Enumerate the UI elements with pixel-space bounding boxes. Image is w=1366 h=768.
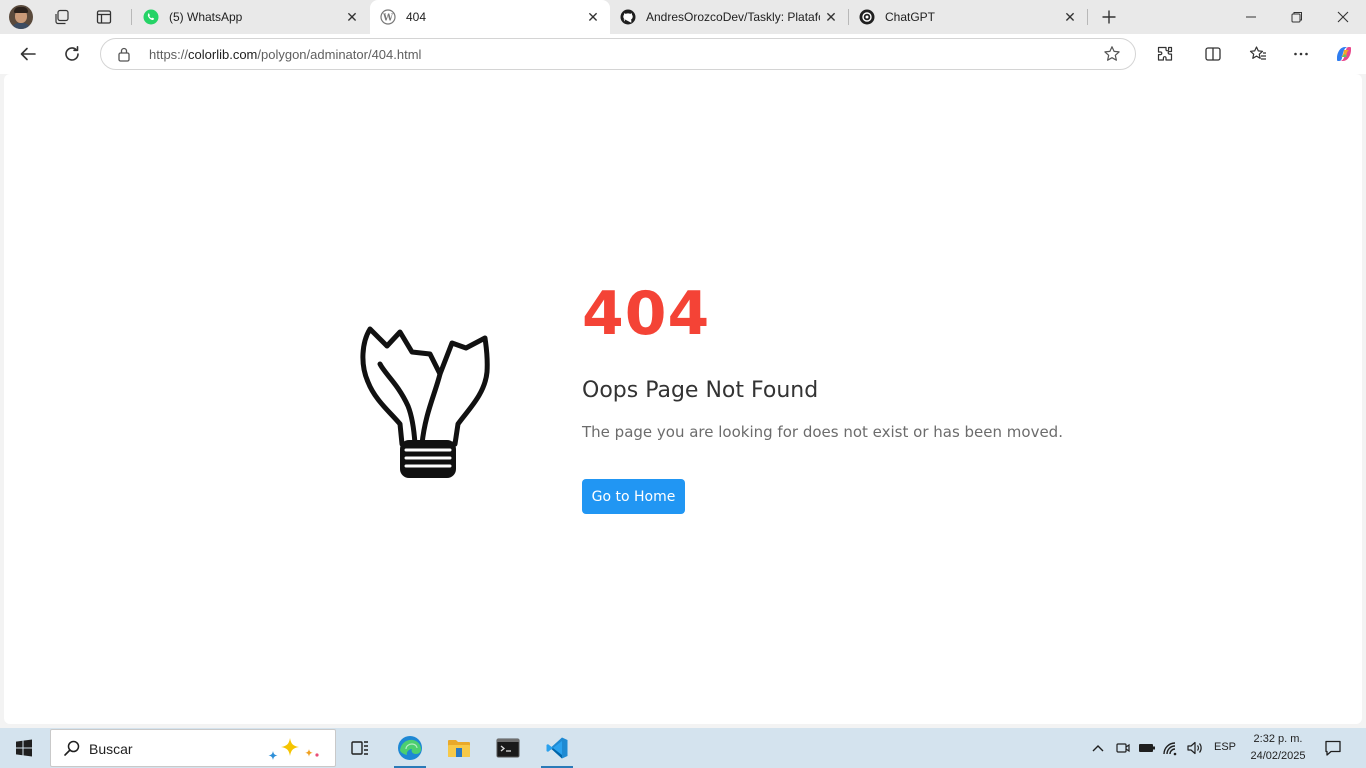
lock-icon[interactable] (117, 46, 131, 67)
favorites-icon[interactable] (1242, 38, 1274, 70)
search-icon (63, 739, 81, 762)
chevron-up-icon[interactable] (1088, 738, 1108, 758)
search-placeholder: Buscar (89, 741, 133, 757)
more-options-icon[interactable] (1285, 38, 1317, 70)
workspaces-icon[interactable] (49, 5, 75, 29)
terminal-icon[interactable] (484, 728, 532, 768)
sparkles-icon (265, 736, 325, 767)
taskbar-search[interactable]: Buscar (50, 729, 336, 767)
vertical-tabs-icon[interactable] (91, 5, 117, 29)
tab-title: (5) WhatsApp (169, 10, 243, 24)
clock[interactable]: 2:32 p. m. 24/02/2025 (1242, 731, 1314, 765)
page-content: 404 Oops Page Not Found The page you are… (4, 74, 1362, 724)
close-tab-icon[interactable]: ✕ (341, 6, 363, 28)
github-icon (620, 9, 636, 25)
extensions-icon[interactable] (1149, 38, 1181, 70)
tab-strip: (5) WhatsApp ✕ W 404 ✕ AndresOrozcoDev/T… (0, 0, 1366, 34)
wifi-icon[interactable] (1161, 738, 1181, 758)
tab-404[interactable]: W 404 ✕ (370, 0, 610, 34)
page-title: Oops Page Not Found (582, 378, 819, 403)
file-explorer-icon[interactable] (435, 728, 483, 768)
restore-icon[interactable] (1274, 0, 1320, 34)
copilot-icon[interactable] (1328, 38, 1360, 70)
clock-time: 2:32 p. m. (1253, 733, 1303, 745)
error-message: The page you are looking for does not ex… (582, 423, 1063, 441)
chatgpt-icon (859, 9, 875, 25)
taskbar: Buscar ESP 2:32 p. m. 24/02/2025 (0, 728, 1366, 768)
tab-title: AndresOrozcoDev/Taskly: Platafor (646, 10, 820, 24)
task-view-icon[interactable] (336, 728, 384, 768)
refresh-icon[interactable] (56, 38, 88, 70)
clock-date: 24/02/2025 (1250, 750, 1306, 762)
error-code: 404 (582, 279, 711, 349)
notifications-icon[interactable] (1323, 738, 1343, 758)
split-screen-icon[interactable] (1197, 38, 1229, 70)
wordpress-icon: W (380, 9, 396, 25)
windows-start-icon[interactable] (0, 728, 48, 768)
volume-icon[interactable] (1185, 738, 1205, 758)
new-tab-icon[interactable] (1096, 5, 1122, 29)
whatsapp-icon (143, 9, 159, 25)
minimize-icon[interactable] (1228, 0, 1274, 34)
browser-toolbar: https://colorlib.com/polygon/adminator/4… (0, 34, 1366, 74)
back-icon[interactable] (12, 38, 44, 70)
close-window-icon[interactable] (1320, 0, 1366, 34)
meet-now-icon[interactable] (1113, 738, 1133, 758)
edge-icon[interactable] (386, 728, 434, 768)
profile-avatar[interactable] (9, 5, 33, 29)
close-tab-icon[interactable]: ✕ (1059, 6, 1081, 28)
language-indicator[interactable]: ESP (1214, 741, 1236, 753)
broken-lightbulb-icon (360, 326, 490, 478)
address-bar[interactable]: https://colorlib.com/polygon/adminator/4… (100, 38, 1136, 70)
tab-title: ChatGPT (885, 10, 936, 24)
tab-whatsapp[interactable]: (5) WhatsApp ✕ (133, 0, 369, 34)
battery-icon[interactable] (1137, 738, 1157, 758)
tab-title: 404 (406, 10, 427, 24)
tab-github[interactable]: AndresOrozcoDev/Taskly: Platafor ✕ (610, 0, 848, 34)
vscode-icon[interactable] (533, 728, 581, 768)
close-tab-icon[interactable]: ✕ (820, 6, 842, 28)
go-home-button[interactable]: Go to Home (582, 479, 685, 514)
svg-text:W: W (382, 14, 394, 24)
tab-chatgpt[interactable]: ChatGPT ✕ (849, 0, 1087, 34)
favorite-star-icon[interactable] (1103, 45, 1121, 68)
url-text: https://colorlib.com/polygon/adminator/4… (149, 47, 422, 62)
close-tab-icon[interactable]: ✕ (582, 6, 604, 28)
